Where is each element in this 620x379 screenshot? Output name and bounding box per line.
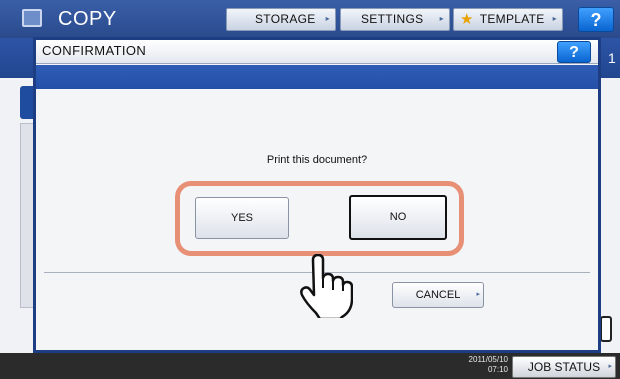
arrow-icon: ▸ xyxy=(439,14,444,23)
storage-button[interactable]: STORAGE ▸ xyxy=(226,8,336,31)
settings-label: SETTINGS xyxy=(361,12,424,26)
top-bar: COPY STORAGE ▸ SETTINGS ▸ ★ TEMPLATE ▸ ? xyxy=(0,0,620,38)
confirmation-message: Print this document? xyxy=(266,154,368,166)
settings-button[interactable]: SETTINGS ▸ xyxy=(340,8,450,31)
date-text: 2011/05/10 xyxy=(468,355,508,364)
dialog-help-button[interactable]: ? xyxy=(557,41,591,63)
help-button[interactable]: ? xyxy=(578,7,614,32)
copy-app-icon xyxy=(22,9,42,27)
background-button xyxy=(600,316,612,342)
yes-button[interactable]: YES xyxy=(195,197,289,239)
dialog-header: CONFIRMATION ? xyxy=(36,40,598,64)
arrow-icon: ▸ xyxy=(476,291,480,298)
dialog-strip xyxy=(36,65,598,89)
arrow-icon: ▸ xyxy=(552,14,557,23)
job-status-button[interactable]: JOB STATUS ▸ xyxy=(512,356,616,378)
dialog-title: CONFIRMATION xyxy=(42,43,147,58)
time-text: 07:10 xyxy=(487,365,508,374)
job-status-label: JOB STATUS xyxy=(527,360,601,374)
arrow-icon: ▸ xyxy=(608,363,612,370)
template-button[interactable]: ★ TEMPLATE ▸ xyxy=(453,8,563,31)
cancel-label: CANCEL xyxy=(415,289,461,301)
no-button[interactable]: NO xyxy=(349,195,447,240)
star-icon: ★ xyxy=(460,11,474,28)
cancel-button[interactable]: CANCEL ▸ xyxy=(392,282,484,308)
app-title: COPY xyxy=(58,8,117,30)
side-number: 1 xyxy=(608,50,616,66)
storage-label: STORAGE xyxy=(255,12,316,26)
datetime: 2011/05/10 07:10 xyxy=(450,355,508,375)
arrow-icon: ▸ xyxy=(325,14,330,23)
pointer-hand-icon xyxy=(300,254,353,318)
template-label: TEMPLATE xyxy=(479,12,545,26)
